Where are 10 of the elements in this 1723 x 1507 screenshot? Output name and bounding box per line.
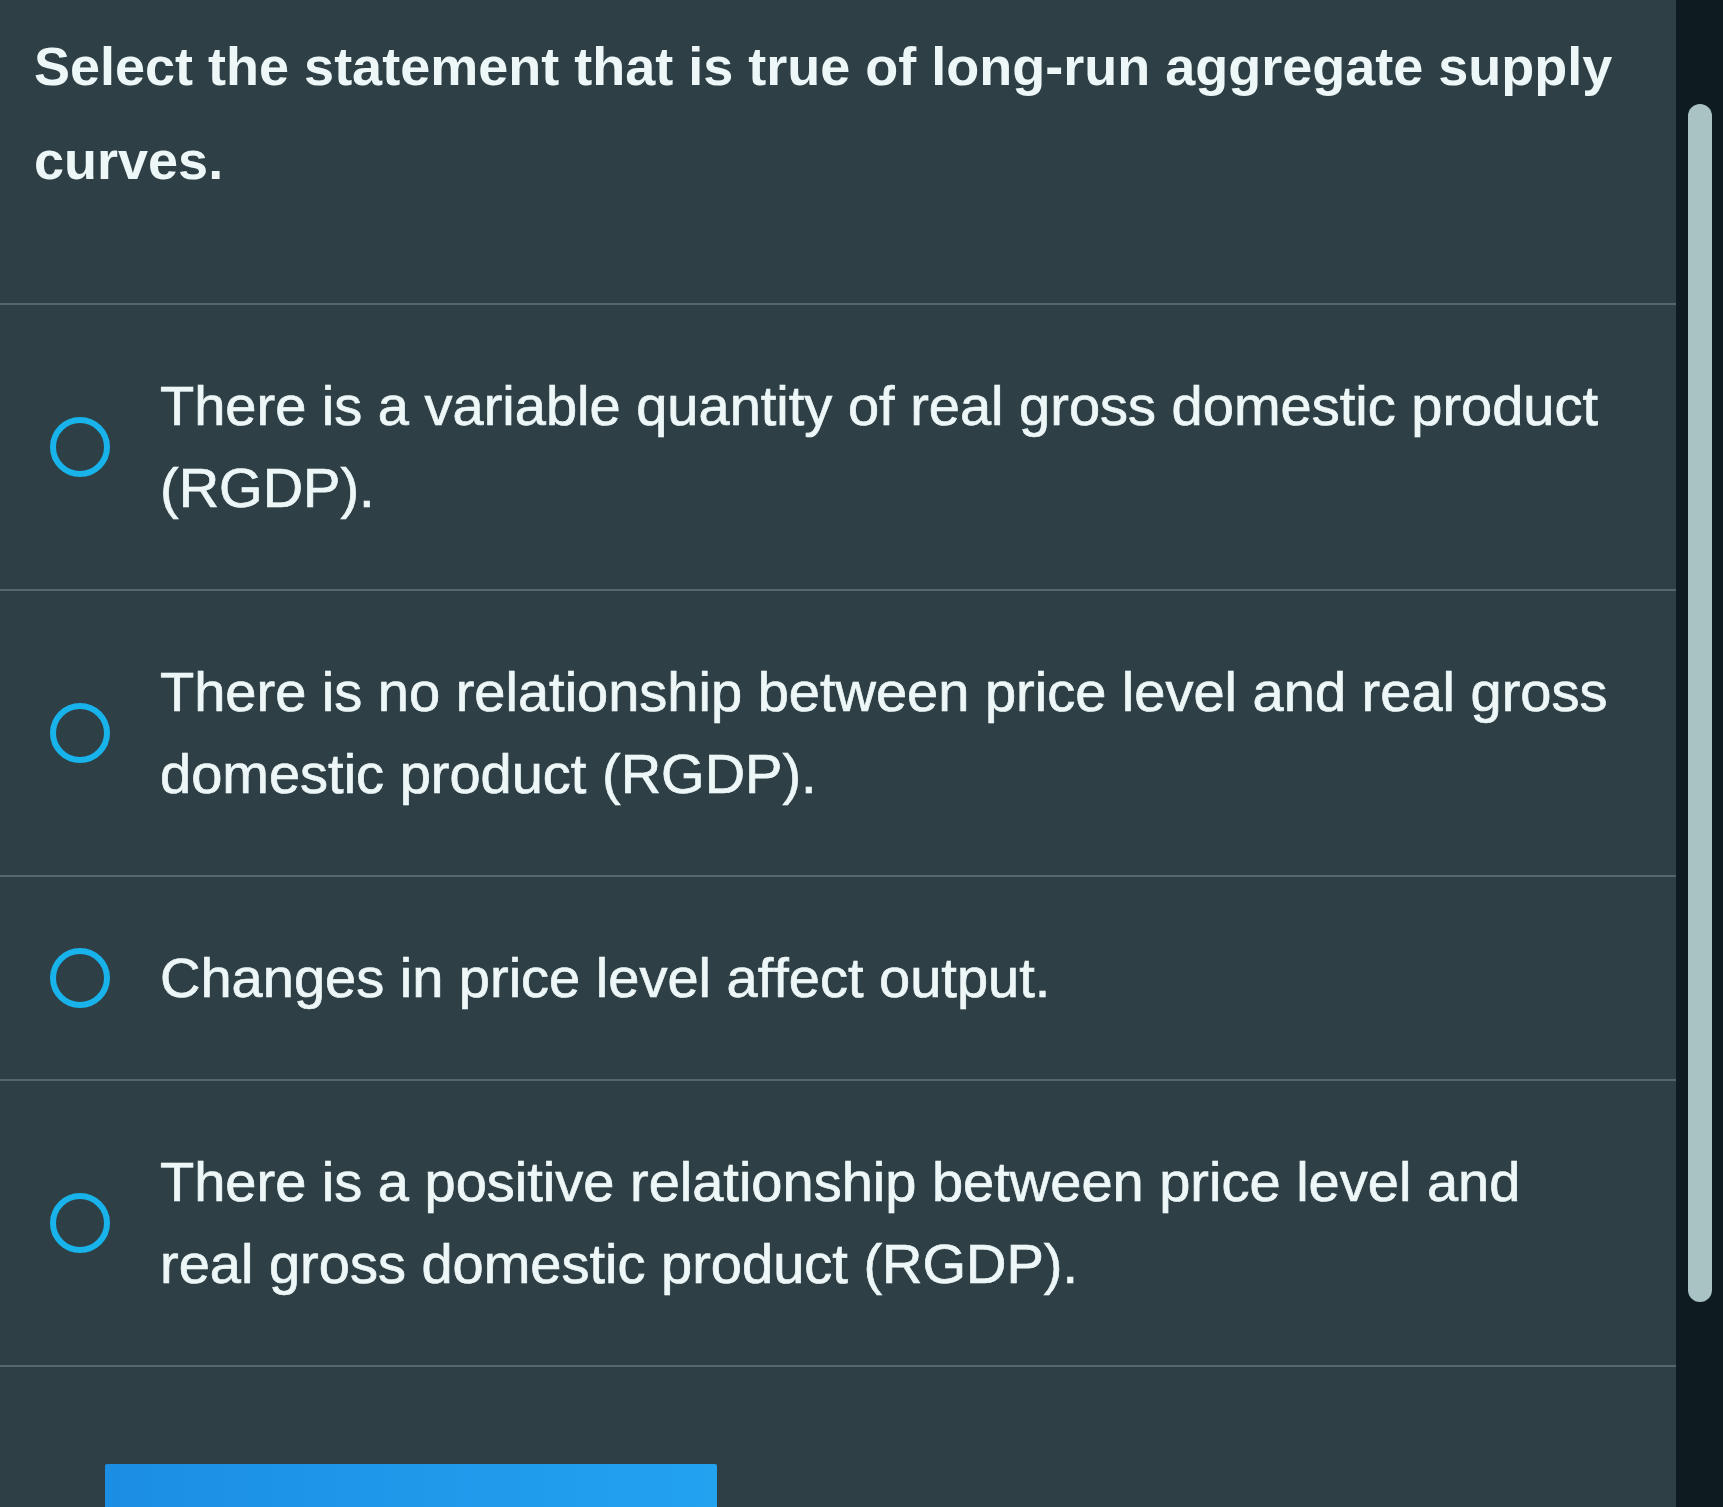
question-text: Select the statement that is true of long-run aggregate supply curves. <box>34 35 1614 192</box>
option-text: There is a variable quantity of real gross domestic product (RGDP). <box>160 373 1600 521</box>
radio-button[interactable] <box>50 417 110 477</box>
radio-button[interactable] <box>50 948 110 1008</box>
radio-button[interactable] <box>50 703 110 763</box>
scrollbar-thumb[interactable] <box>1688 104 1712 1302</box>
radio-button[interactable] <box>50 1193 110 1253</box>
option-text: There is no relationship between price level and real gross domestic product (RGDP). <box>160 659 1609 807</box>
option-text: Changes in price level affect output. <box>160 945 1051 1011</box>
option-text: There is a positive relationship between price level and real gross domestic product (RGDP). <box>160 1149 1522 1297</box>
